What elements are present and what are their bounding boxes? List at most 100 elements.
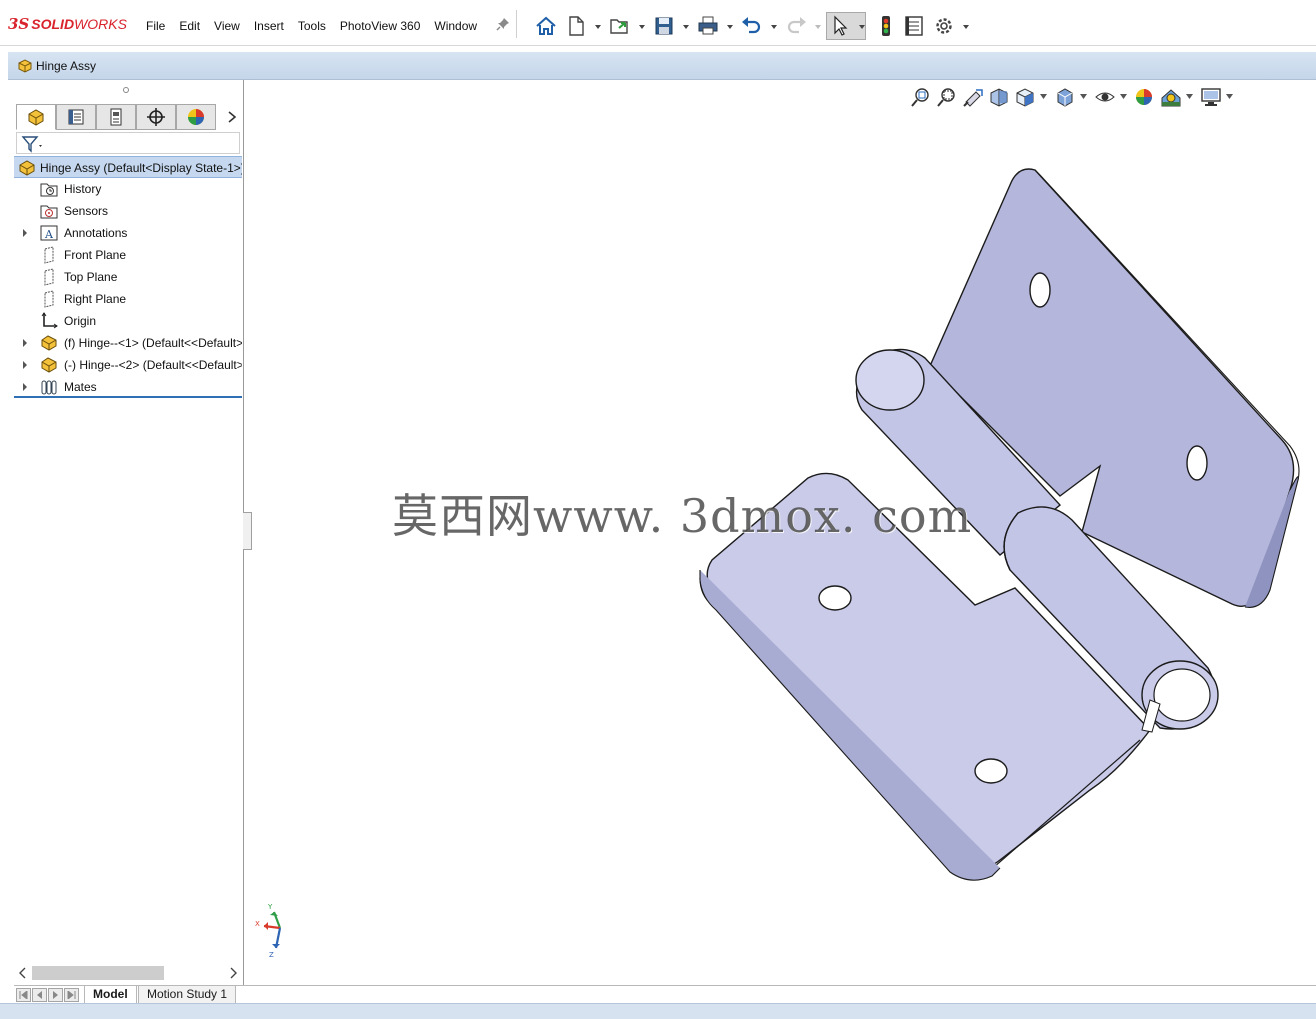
menu-file[interactable]: File — [140, 16, 171, 36]
tree-node-hinge-2[interactable]: (-) Hinge--<2> (Default<<Default>_Disp — [14, 354, 242, 376]
new-document-icon[interactable] — [564, 14, 588, 38]
expand-arrow-icon[interactable] — [22, 361, 28, 369]
part-icon — [41, 335, 57, 351]
last-tab-button[interactable] — [64, 988, 79, 1002]
assembly-icon — [18, 59, 32, 73]
tree-filter[interactable] — [16, 132, 240, 154]
apply-scene-icon[interactable] — [1160, 86, 1182, 108]
expand-arrow-icon[interactable] — [22, 229, 28, 237]
tree-node-sensors[interactable]: Sensors — [14, 200, 242, 222]
chevron-down-icon[interactable] — [726, 24, 734, 30]
chevron-down-icon[interactable] — [858, 24, 866, 30]
manager-tabs — [16, 104, 240, 130]
horizontal-scrollbar[interactable] — [16, 964, 242, 982]
tab-featuremanager[interactable] — [16, 104, 56, 130]
tree-node-right-plane[interactable]: Right Plane — [14, 288, 242, 310]
tree-end-marker — [14, 396, 242, 398]
section-view-icon[interactable] — [988, 86, 1010, 108]
print-icon[interactable] — [696, 14, 720, 38]
tab-model[interactable]: Model — [84, 986, 137, 1004]
rebuild-icon[interactable] — [874, 14, 898, 38]
file-properties-icon[interactable] — [902, 14, 926, 38]
plane-icon — [44, 290, 54, 308]
view-orientation-icon[interactable] — [1014, 86, 1036, 108]
chevron-down-icon[interactable] — [1186, 94, 1193, 99]
tree-node-front-plane[interactable]: Front Plane — [14, 244, 242, 266]
previous-view-icon[interactable] — [962, 86, 984, 108]
reference-triad: Y X Z — [255, 903, 282, 959]
chevron-down-icon[interactable] — [814, 24, 822, 30]
options-icon[interactable] — [932, 14, 956, 38]
scrollbar-thumb[interactable] — [32, 966, 164, 980]
chevron-down-icon[interactable] — [962, 24, 970, 30]
chevron-down-icon[interactable] — [1120, 94, 1127, 99]
chevron-down-icon[interactable] — [682, 24, 690, 30]
status-bar — [0, 1003, 1316, 1019]
upper-hinge-leaf[interactable] — [929, 168, 1300, 608]
tree-node-root-assembly[interactable]: Hinge Assy (Default<Display State-1>) — [14, 156, 242, 178]
chevron-down-icon[interactable] — [770, 24, 778, 30]
watermark-text: 莫西网www. 3dmox. com — [392, 489, 973, 543]
edit-appearance-icon[interactable] — [1134, 86, 1156, 108]
tree-node-top-plane[interactable]: Top Plane — [14, 266, 242, 288]
tab-dimxpert[interactable] — [136, 104, 176, 130]
chevron-down-icon[interactable] — [1226, 94, 1233, 99]
expand-arrow-icon[interactable] — [22, 383, 28, 391]
pane-grip-icon[interactable] — [122, 86, 130, 94]
chevron-down-icon[interactable] — [638, 24, 646, 30]
solidworks-logo[interactable]: 3S SOLID WORKS — [8, 14, 127, 34]
last-icon — [67, 991, 76, 999]
pin-icon[interactable] — [496, 17, 510, 31]
home-icon[interactable] — [534, 14, 558, 38]
open-icon[interactable] — [608, 14, 632, 38]
tree-node-history[interactable]: History — [14, 178, 242, 200]
select-icon[interactable] — [828, 14, 852, 38]
menu-edit[interactable]: Edit — [173, 16, 206, 36]
menu-photoview[interactable]: PhotoView 360 — [334, 16, 427, 36]
previous-tab-button[interactable] — [32, 988, 47, 1002]
undo-icon[interactable] — [740, 14, 764, 38]
menu-view[interactable]: View — [208, 16, 246, 36]
save-icon[interactable] — [652, 14, 676, 38]
chevron-down-icon[interactable] — [1080, 94, 1087, 99]
menu-window[interactable]: Window — [428, 16, 483, 36]
expand-arrow-icon[interactable] — [22, 339, 28, 347]
zoom-to-area-icon[interactable] — [936, 86, 958, 108]
chevron-left-icon[interactable] — [18, 967, 28, 979]
tab-display-manager[interactable] — [176, 104, 216, 130]
filter-icon[interactable] — [21, 135, 45, 153]
pane-splitter[interactable] — [243, 512, 252, 550]
tab-motion-study-1[interactable]: Motion Study 1 — [138, 986, 237, 1004]
redo-icon[interactable] — [784, 14, 808, 38]
chevron-right-icon[interactable] — [228, 967, 238, 979]
configurationmanager-icon — [110, 108, 122, 126]
tab-navigation — [16, 988, 80, 1002]
tree-node-annotations[interactable]: A Annotations — [14, 222, 242, 244]
toolbar-separator — [516, 10, 517, 38]
menu-bar: 3S SOLID WORKS File Edit View Insert Too… — [0, 0, 1316, 46]
tree-node-hinge-1[interactable]: (f) Hinge--<1> (Default<<Default>_Disp — [14, 332, 242, 354]
chevron-down-icon[interactable] — [594, 24, 602, 30]
tab-configurationmanager[interactable] — [96, 104, 136, 130]
menu-insert[interactable]: Insert — [248, 16, 290, 36]
display-manager-icon — [188, 109, 204, 125]
view-settings-icon[interactable] — [1200, 86, 1222, 108]
graphics-area[interactable]: 莫西网www. 3dmox. com Y X Z — [252, 80, 1316, 985]
svg-text:A: A — [44, 228, 54, 241]
menu-tools[interactable]: Tools — [292, 16, 332, 36]
tree-node-origin[interactable]: Origin — [14, 310, 242, 332]
tree-node-mates[interactable]: Mates — [14, 376, 242, 398]
annotations-icon: A — [40, 225, 58, 241]
first-tab-button[interactable] — [16, 988, 31, 1002]
hide-show-items-icon[interactable] — [1094, 86, 1116, 108]
chevron-right-icon[interactable] — [224, 106, 240, 128]
next-tab-button[interactable] — [48, 988, 63, 1002]
zoom-to-fit-icon[interactable] — [910, 86, 932, 108]
dimxpert-icon — [147, 108, 165, 126]
display-style-icon[interactable] — [1054, 86, 1076, 108]
tab-propertymanager[interactable] — [56, 104, 96, 130]
tree-node-label: History — [64, 182, 102, 196]
tree-node-label: Sensors — [64, 204, 109, 218]
chevron-down-icon[interactable] — [1040, 94, 1047, 99]
tree-node-label: Annotations — [64, 226, 128, 240]
